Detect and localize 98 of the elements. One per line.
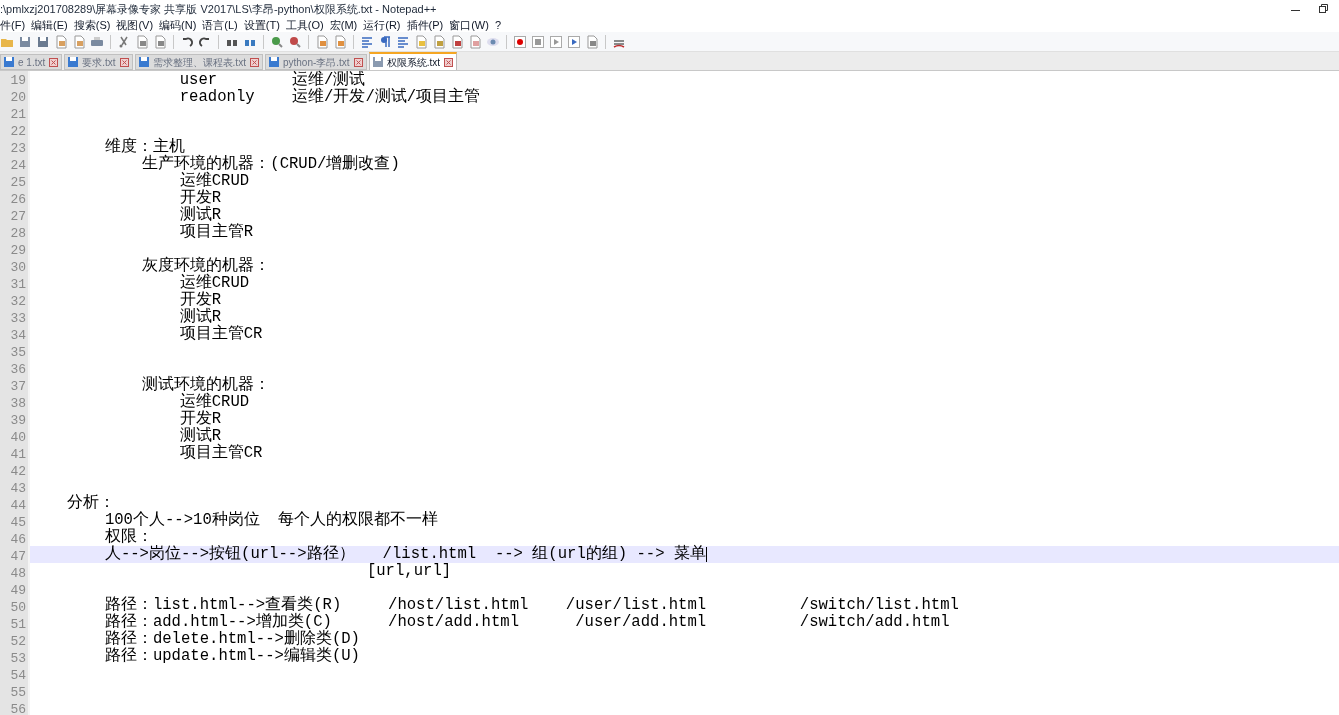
menu-item[interactable]: 语言(L) [202,18,238,32]
close-icon[interactable] [49,57,59,67]
code-line: readonly 运维/开发/测试/项目主管 [178,89,481,106]
copy-icon[interactable] [135,34,149,49]
menu-item[interactable]: 工具(O) [285,18,324,32]
tab-label: 权限系统.txt [386,55,440,70]
menu-item[interactable]: 件(F) [0,18,26,32]
menu-item[interactable]: 搜索(S) [73,18,111,32]
line-number: 34 [9,327,27,344]
line-number: 40 [9,429,27,446]
line-number: 27 [9,208,27,225]
file-tab[interactable]: e 1.txt [0,54,63,70]
code-line: 开发R [178,410,222,428]
stop-icon[interactable] [531,34,545,49]
file-tab[interactable]: 需求整理、课程表.txt [134,54,263,70]
line-number: 56 [9,701,27,715]
line-number: 21 [9,106,27,123]
code-line: 路径：add.html-->增加类(C) /host/add.html /user/add.html /switch/add.html [103,613,950,631]
line-number: 52 [9,633,27,650]
line-number: 19 [9,72,27,89]
window-title: :\pmlxzj201708289\屏幕录像专家 共享版 V2017\LS\李昂-python\权限系统.txt - Notepad++ [0,1,437,17]
line-number: 48 [9,565,27,582]
menu-item[interactable]: 编码(N) [159,18,197,32]
line-number: 26 [9,191,27,208]
line-number: 46 [9,531,27,548]
line-number: 47 [9,548,27,565]
code-line: 分析： [66,495,116,513]
cut-icon[interactable] [117,34,131,49]
code-line: 路径：delete.html-->删除类(D) [103,630,360,648]
menu-item[interactable]: 插件(P) [406,18,444,32]
line-number: 49 [9,582,27,599]
line-number: 35 [9,344,27,361]
line-number: 29 [9,242,27,259]
play-multiple-icon[interactable] [567,34,581,49]
line-number: 53 [9,650,27,667]
menu-item[interactable]: ? [494,18,502,32]
menu-item[interactable]: 视图(V) [116,18,154,32]
line-number: 36 [9,361,27,378]
file-tab[interactable]: 权限系统.txt [368,52,457,70]
line-number: 41 [9,446,27,463]
line-number: 22 [9,123,27,140]
line-number: 30 [9,259,27,276]
file-tab[interactable]: python-李昂.txt [264,54,367,70]
redo-icon[interactable] [198,34,212,49]
code-line: 项目主管R [178,224,254,242]
code-line: 运维CRUD [178,393,250,411]
record-icon[interactable] [513,34,527,49]
line-number: 45 [9,514,27,531]
menu-item[interactable]: 窗口(W) [449,18,489,32]
paste-icon[interactable] [153,34,167,49]
line-number: 37 [9,378,27,395]
line-number: 31 [9,276,27,293]
line-number: 24 [9,157,27,174]
close-icon[interactable] [119,57,129,67]
text-caret [705,547,707,563]
code-line: [url,url] [365,563,452,581]
code-line: 路径：update.html-->编辑类(U) [103,647,360,665]
line-number: 20 [9,89,27,106]
menu-item[interactable]: 编辑(E) [31,18,68,32]
word-wrap-icon[interactable] [360,34,374,49]
print-icon[interactable] [90,34,104,49]
code-line: 路径：list.html-->查看类(R) /host/list.html /user/list.html /switch/list.html [103,596,959,614]
file-tab[interactable]: 要求.txt [64,54,133,70]
menu-item[interactable]: 宏(M) [329,18,358,32]
zoom-in-icon[interactable] [270,34,284,49]
line-number: 28 [9,225,27,242]
code-line: 项目主管CR [178,444,263,462]
save-icon[interactable] [18,34,32,49]
tab-label: 需求整理、课程表.txt [152,55,246,70]
line-number: 23 [9,140,27,157]
tab-label: 要求.txt [82,55,116,70]
line-number: 50 [9,599,27,616]
restore-icon[interactable] [1319,4,1329,14]
code-line: 项目主管CR [178,326,263,344]
close-icon[interactable] [444,57,453,67]
line-number: 44 [9,497,27,514]
line-number: 39 [9,412,27,429]
line-number: 54 [9,667,27,684]
undo-icon[interactable] [180,34,194,49]
code-line: 人-->岗位-->按钮(url-->路径） /list.html --> 组(url的组) --> 菜单 [103,546,706,564]
line-number: 55 [9,684,27,701]
line-number: 38 [9,395,27,412]
close-icon[interactable] [353,57,363,67]
line-number: 43 [9,480,27,497]
line-number: 33 [9,310,27,327]
line-number: 32 [9,293,27,310]
pilcrow-icon[interactable] [378,34,392,49]
tab-label: e 1.txt [18,55,46,70]
line-number: 42 [9,463,27,480]
menu-item[interactable]: 设置(T) [243,18,280,32]
zoom-out-icon[interactable] [288,34,302,49]
menu-item[interactable]: 运行(R) [363,18,401,32]
play-icon[interactable] [549,34,563,49]
save-all-icon[interactable] [36,34,50,49]
tab-label: python-李昂.txt [282,55,350,70]
line-number: 51 [9,616,27,633]
close-icon[interactable] [249,57,259,67]
line-number: 25 [9,174,27,191]
